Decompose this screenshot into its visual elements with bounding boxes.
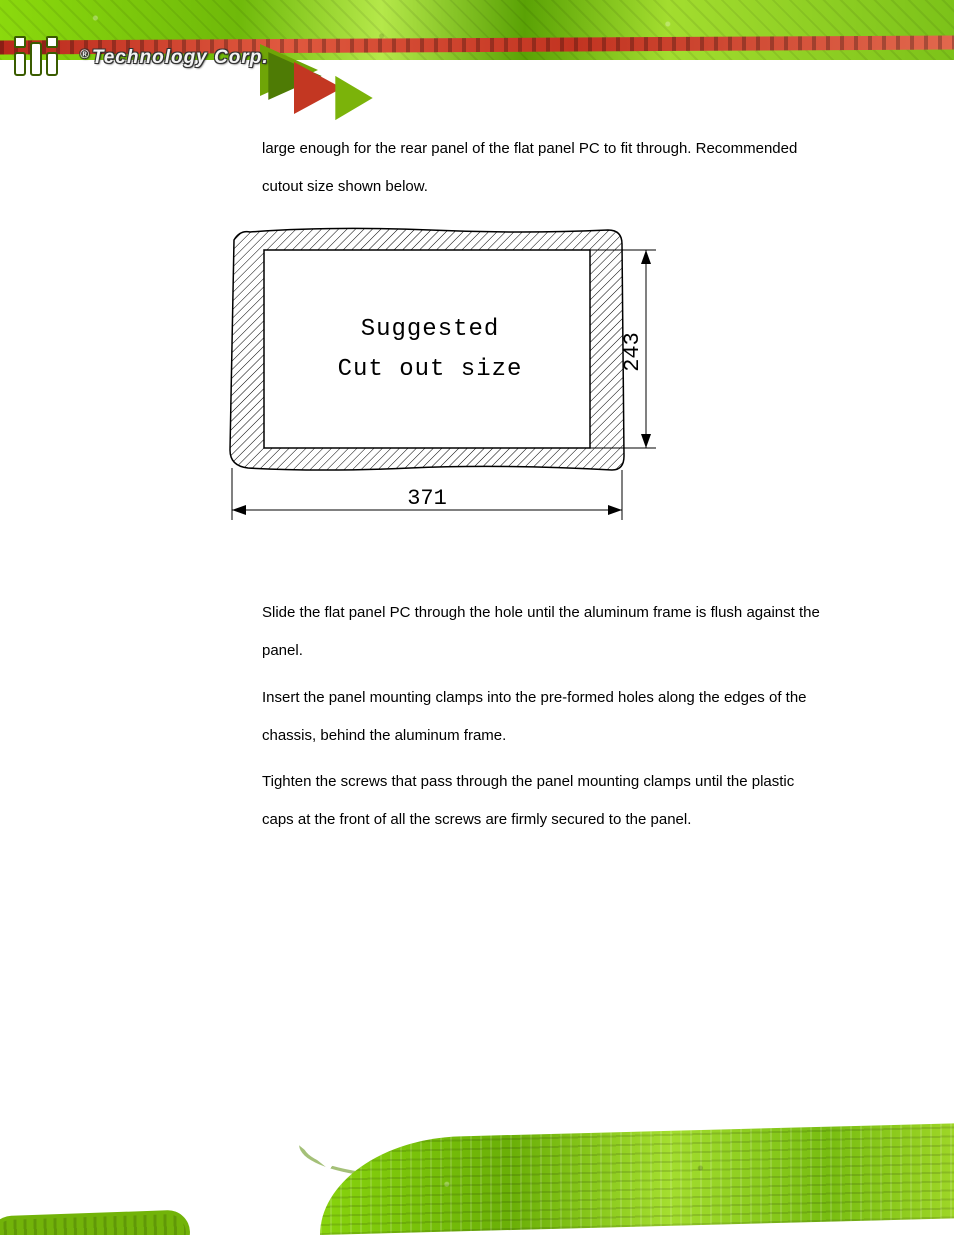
paragraph-step-clamps: Insert the panel mounting clamps into th… [262, 679, 828, 756]
content-column-lower: Slide the flat panel PC through the hole… [262, 594, 828, 840]
diagram-label-line2: Cut out size [338, 356, 523, 383]
page-footer [0, 1115, 954, 1235]
page-header: ®Technology Corp [0, 0, 954, 115]
diagram-height-value: 243 [620, 332, 645, 372]
diagram-width-value: 371 [407, 486, 447, 511]
brand-mark-icon [14, 36, 72, 80]
header-chevrons-icon [260, 44, 420, 114]
content-column: large enough for the rear panel of the f… [262, 130, 828, 207]
diagram-label-line1: Suggested [361, 316, 500, 343]
paragraph-step-slide: Slide the flat panel PC through the hole… [262, 594, 828, 671]
cutout-dimension-diagram: Suggested Cut out size 243 371 [220, 220, 670, 540]
paragraph-intro: large enough for the rear panel of the f… [262, 130, 828, 207]
footer-circuit-texture [320, 1123, 954, 1235]
brand-name: ®Technology Corp [80, 47, 269, 69]
paragraph-step-tighten: Tighten the screws that pass through the… [262, 763, 828, 840]
brand-logo: ®Technology Corp [14, 36, 269, 80]
footer-left-pill [0, 1210, 191, 1235]
